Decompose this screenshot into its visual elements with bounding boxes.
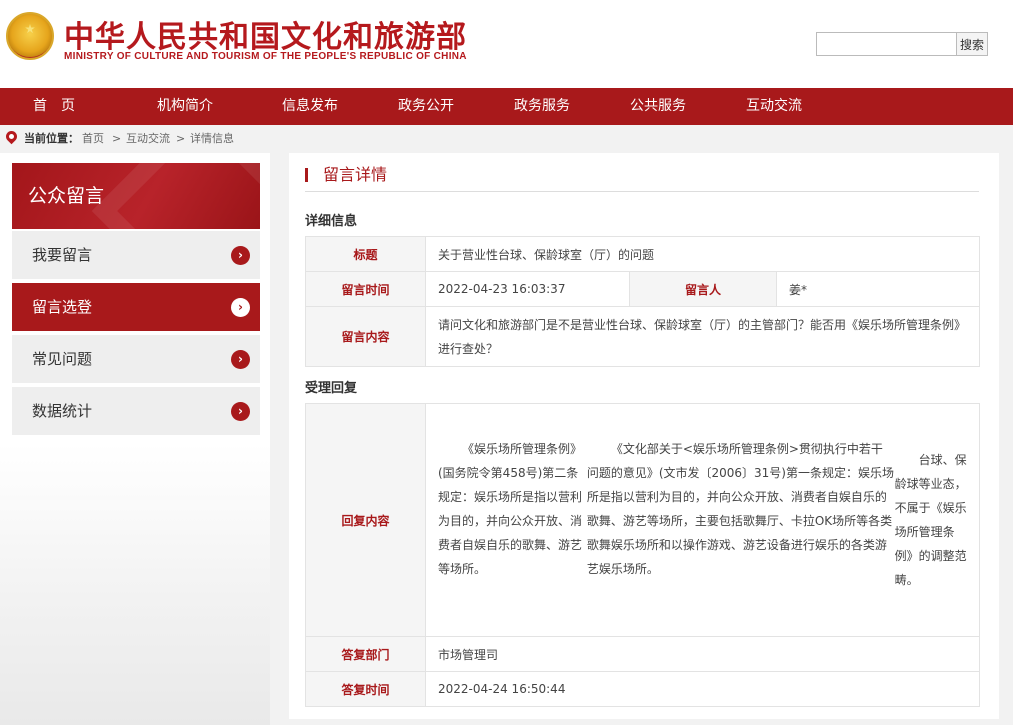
reply-content-value: 《娱乐场所管理条例》(国务院令第458号)第二条规定：娱乐场所是指以营利为目的，… [425, 403, 980, 637]
reply-paragraph: 《文化部关于<娱乐场所管理条例>贯彻执行中若干问题的意见》(文市发〔2006〕3… [586, 442, 894, 576]
chevron-right-icon: › [231, 402, 250, 421]
title-value: 关于营业性台球、保龄球室（厅）的问题 [425, 236, 980, 272]
site-header: 中华人民共和国文化和旅游部 MINISTRY OF CULTURE AND TO… [0, 0, 1013, 88]
reply-paragraph: 《娱乐场所管理条例》(国务院令第458号)第二条规定：娱乐场所是指以营利为目的，… [438, 442, 583, 576]
title-label: 标题 [305, 236, 426, 272]
nav-item-news[interactable]: 信息发布 [282, 88, 338, 125]
breadcrumb-home[interactable]: 首页 [82, 125, 104, 153]
reply-department-label: 答复部门 [305, 636, 426, 672]
sidebar-decoration [0, 443, 270, 725]
location-pin-icon [3, 128, 20, 145]
main-nav: 首 页 机构简介 信息发布 政务公开 政务服务 公共服务 互动交流 [0, 88, 1013, 125]
reply-time-value: 2022-04-24 16:50:44 [425, 671, 980, 707]
nav-item-government-services[interactable]: 政务服务 [514, 88, 570, 125]
sidebar-item-statistics[interactable]: 数据统计 › [12, 387, 260, 435]
message-time-value: 2022-04-23 16:03:37 [425, 271, 630, 307]
reply-content-label: 回复内容 [305, 403, 426, 637]
chevron-right-icon: › [231, 350, 250, 369]
breadcrumb-interaction[interactable]: 互动交流 [126, 125, 170, 153]
sidebar-item-label: 留言选登 [32, 298, 93, 316]
reply-section-heading: 受理回复 [305, 381, 358, 396]
sidebar-item-label: 我要留言 [32, 246, 93, 264]
breadcrumb-current: 详情信息 [190, 132, 234, 145]
search-input[interactable] [816, 32, 957, 56]
sidebar-item-faq[interactable]: 常见问题 › [12, 335, 260, 383]
sidebar-item-label: 常见问题 [32, 350, 93, 368]
sidebar-item-submit-message[interactable]: 我要留言 › [12, 231, 260, 279]
nav-item-about[interactable]: 机构简介 [157, 88, 213, 125]
message-content-label: 留言内容 [305, 306, 426, 367]
nav-item-home[interactable]: 首 页 [33, 88, 75, 125]
divider [305, 191, 979, 192]
detail-section-heading: 详细信息 [305, 214, 358, 229]
reply-paragraph: 台球、保龄球等业态，不属于《娱乐场所管理条例》的调整范畴。 [894, 453, 967, 587]
reply-department-value: 市场管理司 [425, 636, 980, 672]
author-value: 姜* [776, 271, 980, 307]
breadcrumb: 当前位置： 首页 > 互动交流 > 详情信息 [0, 125, 1013, 153]
chevron-right-icon: › [231, 298, 250, 317]
site-title[interactable]: 中华人民共和国文化和旅游部 [64, 12, 467, 56]
search-button[interactable]: 搜索 [956, 32, 988, 56]
nav-item-government-affairs[interactable]: 政务公开 [398, 88, 454, 125]
sidebar-item-selected-messages[interactable]: 留言选登 › [12, 283, 260, 331]
sidebar: 公众留言 我要留言 › 留言选登 › 常见问题 › 数据统计 › [0, 153, 270, 725]
sidebar-title: 公众留言 [12, 163, 260, 229]
nav-item-interaction[interactable]: 互动交流 [746, 88, 802, 125]
message-content-value: 请问文化和旅游部门是不是营业性台球、保龄球室（厅）的主管部门？能否用《娱乐场所管… [425, 306, 980, 367]
national-emblem-logo[interactable] [6, 12, 54, 60]
breadcrumb-label: 当前位置： [24, 132, 79, 145]
author-label: 留言人 [629, 271, 777, 307]
message-detail-panel: 留言详情 详细信息 标题 关于营业性台球、保龄球室（厅）的问题 留言时间 202… [289, 153, 999, 719]
chevron-right-icon: › [231, 246, 250, 265]
reply-time-label: 答复时间 [305, 671, 426, 707]
nav-item-public-services[interactable]: 公共服务 [630, 88, 686, 125]
site-subtitle: MINISTRY OF CULTURE AND TOURISM OF THE P… [64, 51, 467, 62]
sidebar-item-label: 数据统计 [32, 402, 93, 420]
panel-title: 留言详情 [305, 163, 387, 187]
breadcrumb-separator: > [176, 132, 186, 145]
message-time-label: 留言时间 [305, 271, 426, 307]
breadcrumb-separator: > [112, 132, 122, 145]
